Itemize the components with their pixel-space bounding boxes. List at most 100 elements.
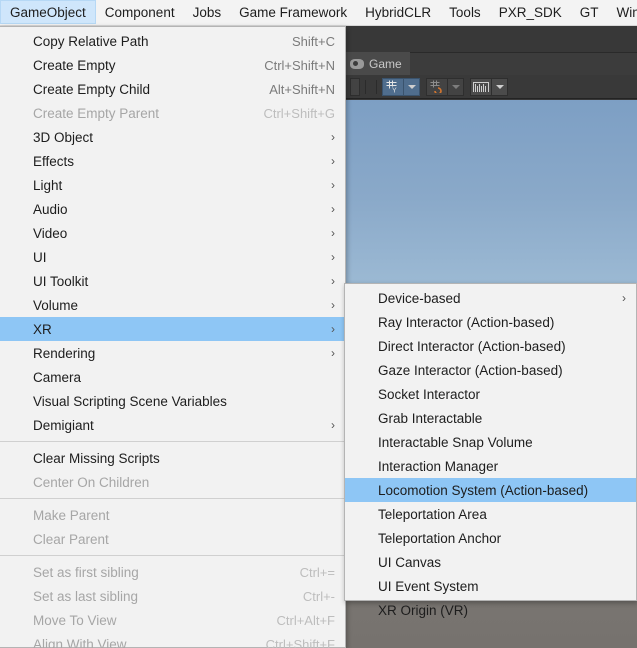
menu-item-rendering[interactable]: Rendering › (0, 341, 345, 365)
chevron-right-icon: › (331, 250, 335, 264)
menu-item-label: Visual Scripting Scene Variables (33, 393, 227, 409)
menu-item-create-empty-parent: Create Empty Parent Ctrl+Shift+G (0, 101, 345, 125)
menu-item-ui[interactable]: UI › (0, 245, 345, 269)
menu-item-teleportation-area[interactable]: Teleportation Area (345, 502, 636, 526)
menu-item-label: Demigiant (33, 417, 94, 433)
menu-item-ui-event-system[interactable]: UI Event System (345, 574, 636, 598)
game-panel-toolbar: Y (344, 75, 637, 99)
menu-item-volume[interactable]: Volume › (0, 293, 345, 317)
menu-item-direct-interactor-action-based[interactable]: Direct Interactor (Action-based) (345, 334, 636, 358)
increment-snapping-icon[interactable] (426, 77, 448, 96)
menu-item-label: Direct Interactor (Action-based) (378, 338, 566, 354)
menu-separator (0, 498, 345, 499)
menu-item-xr-origin-vr[interactable]: XR Origin (VR) (345, 598, 636, 622)
scale-ruler-group[interactable] (470, 77, 508, 96)
grid-snapping-group[interactable]: Y (382, 77, 420, 96)
menu-item-camera[interactable]: Camera (0, 365, 345, 389)
menubar-item-gameobject[interactable]: GameObject (0, 0, 96, 24)
menu-item-interaction-manager[interactable]: Interaction Manager (345, 454, 636, 478)
chevron-down-glyph-2 (451, 84, 460, 89)
menu-item-label: UI Event System (378, 578, 479, 594)
menu-item-shortcut: Ctrl+= (299, 564, 335, 580)
menubar-item-game-framework[interactable]: Game Framework (230, 0, 356, 24)
menu-item-center-on-children: Center On Children (0, 470, 345, 494)
menu-item-teleportation-anchor[interactable]: Teleportation Anchor (345, 526, 636, 550)
menu-item-label: Camera (33, 369, 82, 385)
game-view-icon (350, 58, 364, 69)
menu-item-label: Clear Missing Scripts (33, 450, 160, 466)
menu-item-visual-scripting-scene-variables[interactable]: Visual Scripting Scene Variables (0, 389, 345, 413)
chevron-right-icon: › (331, 226, 335, 240)
menu-item-label: Interaction Manager (378, 458, 499, 474)
menubar-item-label: Jobs (192, 4, 222, 20)
increment-snapping-chevron-down-icon[interactable] (448, 77, 464, 96)
menu-item-xr[interactable]: XR › (0, 317, 345, 341)
menu-item-socket-interactor[interactable]: Socket Interactor (345, 382, 636, 406)
chevron-right-icon: › (331, 346, 335, 360)
menu-item-demigiant[interactable]: Demigiant › (0, 413, 345, 437)
grid-snapping-icon[interactable]: Y (382, 77, 404, 96)
menu-item-create-empty[interactable]: Create Empty Ctrl+Shift+N (0, 53, 345, 77)
scale-chevron-down-icon[interactable] (492, 77, 508, 96)
menu-item-video[interactable]: Video › (0, 221, 345, 245)
menubar-item-window[interactable]: Window (607, 0, 637, 24)
ruler-glyph (473, 81, 489, 92)
chevron-down-glyph-3 (495, 84, 504, 89)
menu-item-label: Create Empty (33, 57, 116, 73)
menu-item-label: Light (33, 177, 63, 193)
menu-item-label: Volume (33, 297, 79, 313)
menu-item-ui-canvas[interactable]: UI Canvas (345, 550, 636, 574)
menu-item-shortcut: Ctrl+Alt+F (276, 612, 335, 628)
menubar-item-label: Window (616, 4, 637, 20)
menu-item-label: XR Origin (VR) (378, 602, 469, 618)
menubar-item-label: PXR_SDK (498, 4, 562, 20)
menu-item-audio[interactable]: Audio › (0, 197, 345, 221)
chevron-right-icon: › (331, 298, 335, 312)
menu-item-label: Clear Parent (33, 531, 109, 547)
menu-item-label: Gaze Interactor (Action-based) (378, 362, 563, 378)
menu-item-label: Ray Interactor (Action-based) (378, 314, 555, 330)
menu-item-label: Teleportation Anchor (378, 530, 502, 546)
menu-item-shortcut: Ctrl+Shift+F (265, 636, 335, 648)
menu-item-light[interactable]: Light › (0, 173, 345, 197)
menu-item-interactable-snap-volume[interactable]: Interactable Snap Volume (345, 430, 636, 454)
menubar-item-jobs[interactable]: Jobs (184, 0, 231, 24)
menu-item-label: Teleportation Area (378, 506, 487, 522)
menu-item-clear-parent: Clear Parent (0, 527, 345, 551)
grid-snapping-chevron-down-icon[interactable] (404, 77, 420, 96)
menu-item-create-empty-child[interactable]: Create Empty Child Alt+Shift+N (0, 77, 345, 101)
menu-item-label: Align With View (33, 636, 127, 648)
menubar-item-label: Component (104, 4, 175, 20)
menu-item-copy-relative-path[interactable]: Copy Relative Path Shift+C (0, 29, 345, 53)
menu-item-3d-object[interactable]: 3D Object › (0, 125, 345, 149)
ruler-icon[interactable] (470, 77, 492, 96)
menu-item-locomotion-system-action-based[interactable]: Locomotion System (Action-based) (345, 478, 636, 502)
menu-item-label: XR (33, 321, 52, 337)
menu-item-gaze-interactor-action-based[interactable]: Gaze Interactor (Action-based) (345, 358, 636, 382)
menubar-item-hybridclr[interactable]: HybridCLR (356, 0, 440, 24)
grid-snapping-glyph: Y (386, 80, 397, 93)
menubar-item-tools[interactable]: Tools (440, 0, 490, 24)
menu-item-label: Set as first sibling (33, 564, 139, 580)
menubar-item-gt[interactable]: GT (571, 0, 608, 24)
menubar-item-component[interactable]: Component (96, 0, 184, 24)
menu-item-label: UI (33, 249, 47, 265)
menu-item-label: Grab Interactable (378, 410, 483, 426)
menu-separator (0, 441, 345, 442)
menu-item-effects[interactable]: Effects › (0, 149, 345, 173)
menu-item-label: Make Parent (33, 507, 110, 523)
chevron-right-icon: › (331, 130, 335, 144)
chevron-right-icon: › (331, 202, 335, 216)
menu-item-shortcut: Ctrl+Shift+N (264, 57, 335, 73)
toolbar-leading-button[interactable] (350, 77, 360, 96)
menu-item-grab-interactable[interactable]: Grab Interactable (345, 406, 636, 430)
menu-item-ui-toolkit[interactable]: UI Toolkit › (0, 269, 345, 293)
menu-item-device-based[interactable]: Device-based › (345, 286, 636, 310)
menu-item-clear-missing-scripts[interactable]: Clear Missing Scripts (0, 446, 345, 470)
menubar-item-pxr-sdk[interactable]: PXR_SDK (490, 0, 571, 24)
increment-snapping-group[interactable] (426, 77, 464, 96)
menubar-item-label: Tools (449, 4, 481, 20)
menu-item-ray-interactor-action-based[interactable]: Ray Interactor (Action-based) (345, 310, 636, 334)
xr-submenu: Device-based › Ray Interactor (Action-base… (344, 283, 637, 618)
tab-game[interactable]: Game (346, 52, 410, 75)
